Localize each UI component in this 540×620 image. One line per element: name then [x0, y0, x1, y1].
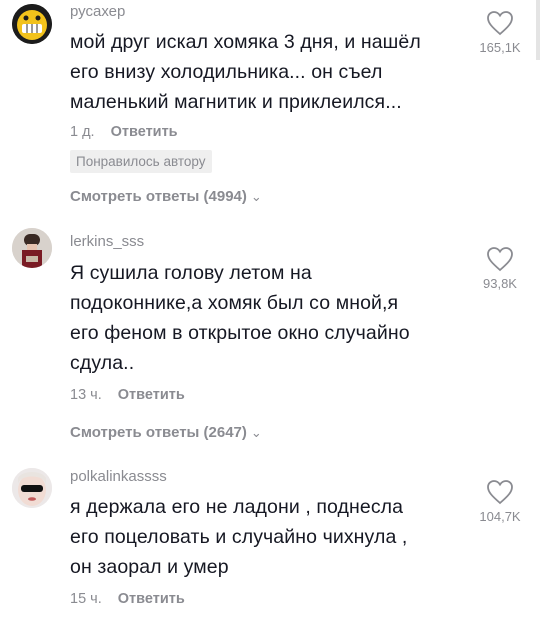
heart-outline-icon [487, 247, 513, 272]
comment-meta: 13 ч. Ответить [70, 387, 185, 403]
view-replies-label: Смотреть ответы (4994) [70, 188, 247, 205]
heart-outline-icon [487, 11, 513, 36]
comment-text-line: сдула.. [70, 352, 135, 374]
liked-by-author-badge: Понравилось автору [70, 150, 212, 173]
comment-text-line: мой друг искал хомяка 3 дня, и нашёл [70, 31, 421, 53]
comment-text-line: подоконнике,а хомяк был со мной,я [70, 292, 399, 314]
like-button[interactable]: 165,1K [470, 10, 530, 55]
reply-button[interactable]: Ответить [111, 124, 178, 140]
like-count: 93,8K [483, 276, 517, 291]
scrollbar[interactable] [536, 0, 540, 60]
comment-text-line: я держала его не ладони , поднесла [70, 496, 404, 518]
chevron-down-icon: ⌄ [250, 189, 262, 204]
avatar-image [12, 228, 52, 268]
like-button[interactable]: 104,7K [470, 479, 530, 524]
view-replies-button[interactable]: Смотреть ответы (2647) ⌄ [70, 424, 262, 441]
comment-text-line: маленький магнитик и приклеился... [70, 91, 402, 113]
comment-username[interactable]: polkalinkassss [70, 468, 167, 485]
comment-text-line: Я сушила голову летом на [70, 262, 312, 284]
comment-timestamp: 13 ч. [70, 387, 102, 403]
comment-meta: 1 д. Ответить [70, 124, 178, 140]
comment-text: Я сушила голову летом на подоконнике,а х… [70, 258, 470, 378]
comment-timestamp: 15 ч. [70, 591, 102, 607]
comment-meta: 15 ч. Ответить [70, 591, 185, 607]
comment-timestamp: 1 д. [70, 124, 95, 140]
comment-username[interactable]: lerkins_sss [70, 233, 144, 250]
view-replies-label: Смотреть ответы (2647) [70, 424, 247, 441]
reply-button[interactable]: Ответить [118, 387, 185, 403]
avatar[interactable] [12, 4, 52, 44]
avatar[interactable] [12, 228, 52, 268]
avatar[interactable] [12, 468, 52, 508]
avatar-image [12, 468, 52, 508]
avatar-image [12, 4, 52, 44]
heart-outline-icon [487, 480, 513, 505]
comment-text-line: он заорал и умер [70, 556, 229, 578]
like-count: 165,1K [479, 40, 521, 55]
like-count: 104,7K [479, 509, 521, 524]
like-button[interactable]: 93,8K [470, 246, 530, 291]
view-replies-button[interactable]: Смотреть ответы (4994) ⌄ [70, 188, 262, 205]
comment-text: мой друг искал хомяка 3 дня, и нашёл его… [70, 27, 470, 117]
comment-text: я держала его не ладони , поднесла его п… [70, 492, 470, 582]
reply-button[interactable]: Ответить [118, 591, 185, 607]
chevron-down-icon: ⌄ [250, 425, 262, 440]
comment-username[interactable]: русахер [70, 3, 125, 20]
comment-text-line: его внизу холодильника... он съел [70, 61, 383, 83]
comment-text-line: его феном в открытое окно случайно [70, 322, 410, 344]
comment-text-line: его поцеловать и случайно чихнула , [70, 526, 408, 548]
